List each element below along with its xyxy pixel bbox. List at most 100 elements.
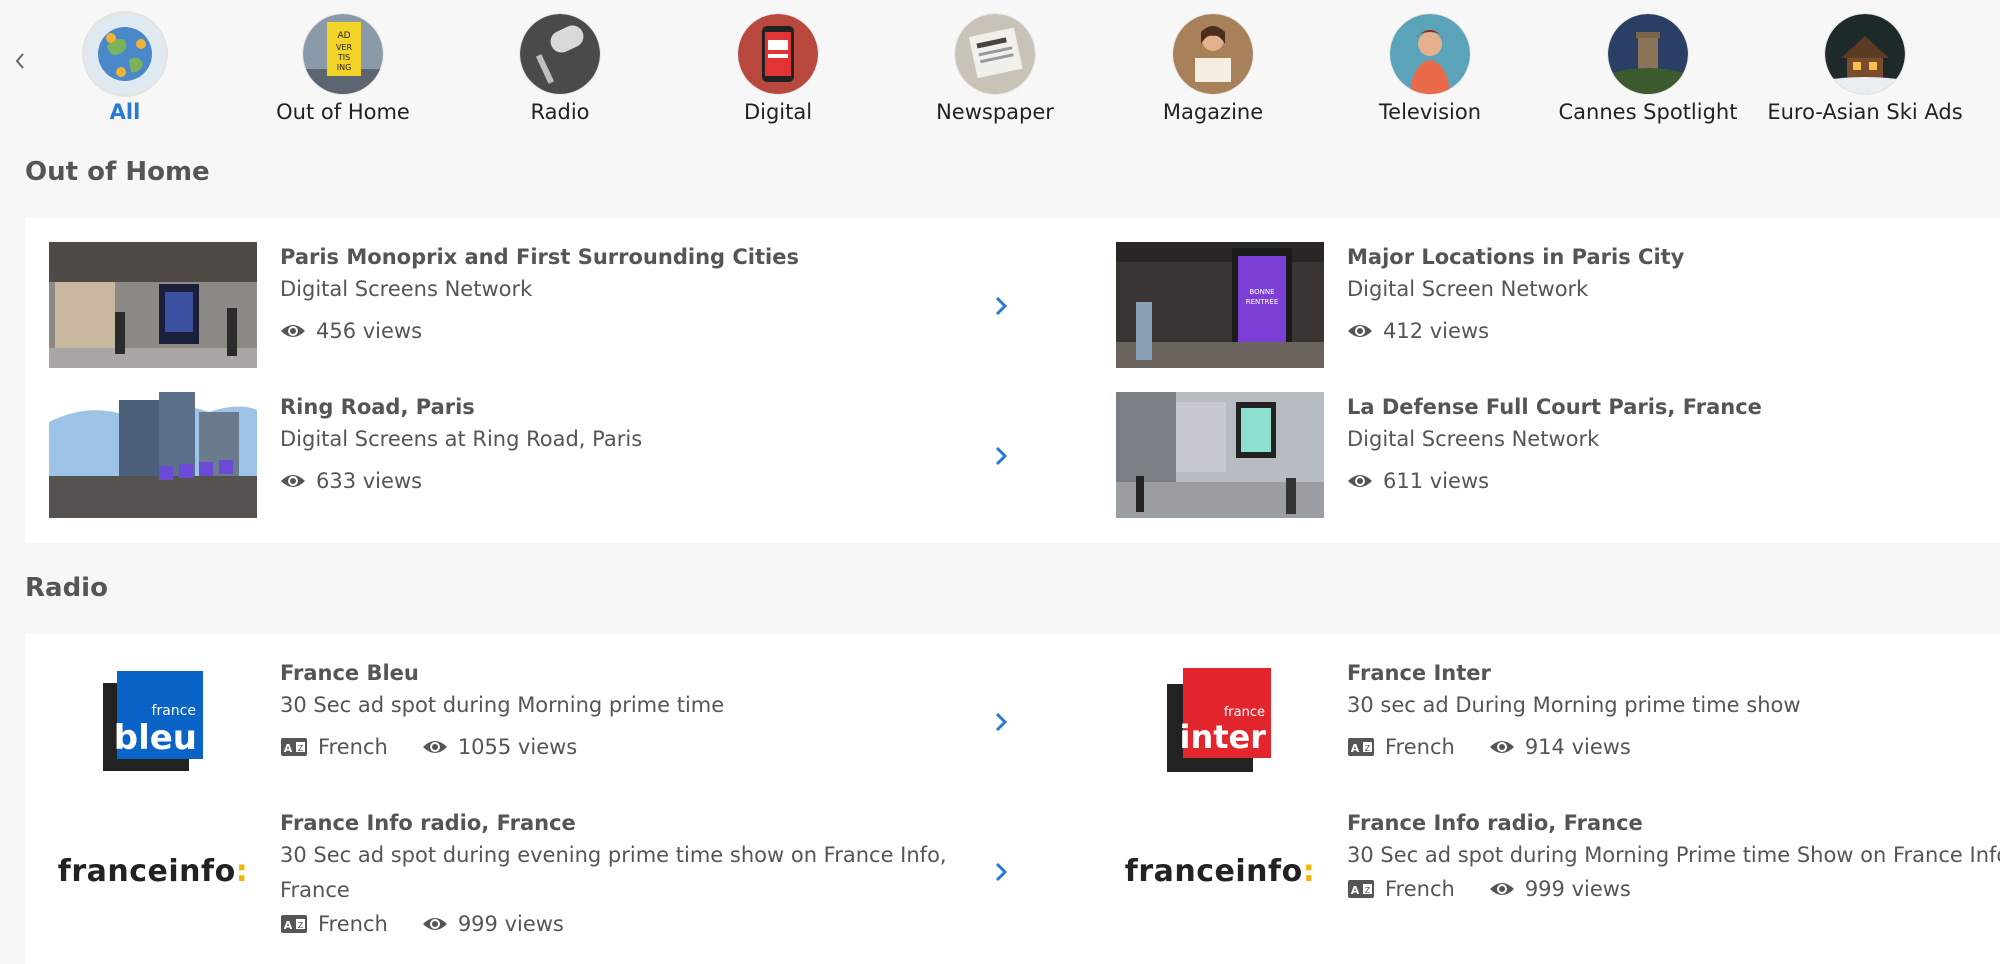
- svg-text:Z: Z: [298, 744, 304, 753]
- listing-subtitle: 30 Sec ad spot during Morning prime time: [280, 693, 725, 717]
- newspaper-icon: [955, 14, 1035, 94]
- france-inter-logo: france inter: [1116, 658, 1324, 784]
- listing-subtitle: 30 Sec ad spot during Morning Prime time…: [1347, 843, 2000, 867]
- svg-text:Z: Z: [1365, 744, 1371, 753]
- svg-text:france: france: [152, 703, 196, 719]
- chevron-right-icon[interactable]: [989, 708, 1013, 736]
- svg-text:RENTRÉE: RENTRÉE: [1246, 297, 1279, 306]
- listing-meta: AZ French 914 views: [1347, 735, 2000, 759]
- microphone-icon: [520, 14, 600, 94]
- category-strip: All AD VER TIS ING Out of Home Radio Dig…: [0, 0, 2000, 136]
- magazine-icon: [1173, 14, 1253, 94]
- listing-title: La Defense Full Court Paris, France: [1347, 395, 1762, 419]
- language-icon: AZ: [1347, 879, 1375, 899]
- chevron-right-icon[interactable]: [989, 442, 1013, 470]
- listing-title: France Inter: [1347, 661, 1491, 685]
- language-label: French: [1385, 877, 1455, 901]
- television-icon: [1390, 14, 1470, 94]
- listing-meta: AZ French 1055 views: [280, 735, 950, 759]
- language-icon: AZ: [280, 914, 308, 934]
- category-digital[interactable]: Digital: [678, 14, 878, 124]
- listing-card[interactable]: franceinfo: France Info radio, France 30…: [1092, 808, 2000, 958]
- listing-subtitle: Digital Screens Network: [1347, 427, 1600, 451]
- listing-subtitle: Digital Screens Network: [280, 277, 533, 301]
- category-cannes-spotlight[interactable]: Cannes Spotlight: [1548, 14, 1748, 124]
- language-icon: AZ: [280, 737, 308, 757]
- listing-title: Major Locations in Paris City: [1347, 245, 1685, 269]
- category-all[interactable]: All: [25, 14, 225, 124]
- smartphone-icon: [738, 14, 818, 94]
- listing-meta: AZ French 999 views: [280, 912, 950, 936]
- listing-card[interactable]: BONNE RENTRÉE Major Locations in Paris C…: [1092, 242, 2000, 372]
- listing-title: France Info radio, France: [280, 811, 576, 835]
- svg-text:ING: ING: [337, 63, 352, 72]
- view-count: 412 views: [1383, 319, 1490, 343]
- listing-card[interactable]: france bleu France Bleu 30 Sec ad spot d…: [25, 658, 1080, 788]
- view-count: 456 views: [316, 319, 423, 343]
- listing-card[interactable]: Ring Road, Paris Digital Screens at Ring…: [25, 392, 1080, 522]
- category-label: Radio: [530, 100, 590, 124]
- eye-icon: [1347, 472, 1373, 490]
- eye-icon: [422, 915, 448, 933]
- franceinfo-logo: franceinfo:: [57, 853, 249, 889]
- category-label: Television: [1378, 100, 1482, 124]
- category-label: Magazine: [1162, 100, 1264, 124]
- svg-text:TIS: TIS: [337, 53, 350, 62]
- listing-card[interactable]: france inter France Inter 30 sec ad Duri…: [1092, 658, 2000, 788]
- svg-text:A: A: [1351, 884, 1360, 897]
- listing-thumbnail: [49, 392, 257, 518]
- category-label: Cannes Spotlight: [1558, 100, 1738, 124]
- listing-thumbnail: [1116, 392, 1324, 518]
- listing-thumbnail: [49, 242, 257, 368]
- language-icon: AZ: [1347, 737, 1375, 757]
- chevron-right-icon[interactable]: [989, 292, 1013, 320]
- view-count: 914 views: [1524, 735, 1631, 759]
- listing-card[interactable]: La Defense Full Court Paris, France Digi…: [1092, 392, 2000, 522]
- category-label: Digital: [743, 100, 813, 124]
- section-title-radio: Radio: [25, 573, 108, 603]
- listing-title: France Info radio, France: [1347, 811, 1643, 835]
- listing-subtitle: Digital Screens at Ring Road, Paris: [280, 427, 643, 451]
- eye-icon: [280, 322, 306, 340]
- svg-text:A: A: [284, 919, 293, 932]
- view-count: 999 views: [457, 912, 564, 936]
- eye-icon: [1347, 322, 1373, 340]
- svg-text:Z: Z: [298, 921, 304, 930]
- listing-card[interactable]: franceinfo: France Info radio, France 30…: [25, 808, 1080, 958]
- chevron-right-icon[interactable]: [989, 858, 1013, 886]
- category-out-of-home[interactable]: AD VER TIS ING Out of Home: [243, 14, 443, 124]
- listing-meta: 633 views: [280, 469, 950, 493]
- listing-meta: 611 views: [1347, 469, 2000, 493]
- eye-icon: [1489, 738, 1515, 756]
- listing-subtitle: 30 Sec ad spot during evening prime time…: [280, 843, 947, 902]
- category-label: Euro-Asian Ski Ads: [1767, 100, 1963, 124]
- view-count: 999 views: [1524, 877, 1631, 901]
- category-television[interactable]: Television: [1330, 14, 1530, 124]
- category-radio[interactable]: Radio: [460, 14, 660, 124]
- language-label: French: [318, 735, 388, 759]
- language-label: French: [1385, 735, 1455, 759]
- castle-icon: [1608, 14, 1688, 94]
- listing-title: Paris Monoprix and First Surrounding Cit…: [280, 245, 799, 269]
- listing-card[interactable]: Paris Monoprix and First Surrounding Cit…: [25, 242, 1080, 372]
- svg-text:inter: inter: [1179, 718, 1266, 756]
- globe-icon: [85, 14, 165, 94]
- svg-text:A: A: [1351, 742, 1360, 755]
- language-label: French: [318, 912, 388, 936]
- listing-meta: 412 views: [1347, 319, 2000, 343]
- chalet-icon: [1825, 14, 1905, 94]
- svg-text:Z: Z: [1365, 886, 1371, 895]
- view-count: 633 views: [316, 469, 423, 493]
- eye-icon: [280, 472, 306, 490]
- eye-icon: [422, 738, 448, 756]
- category-newspaper[interactable]: Newspaper: [895, 14, 1095, 124]
- eye-icon: [1489, 880, 1515, 898]
- listing-thumbnail: BONNE RENTRÉE: [1116, 242, 1324, 368]
- svg-text:VER: VER: [336, 43, 353, 52]
- category-label: Newspaper: [936, 100, 1054, 124]
- billboard-icon: AD VER TIS ING: [303, 14, 383, 94]
- category-euro-asian-ski-ads[interactable]: Euro-Asian Ski Ads: [1765, 14, 1965, 124]
- category-label: Out of Home: [276, 100, 410, 124]
- category-magazine[interactable]: Magazine: [1113, 14, 1313, 124]
- franceinfo-logo: franceinfo:: [1124, 853, 1316, 889]
